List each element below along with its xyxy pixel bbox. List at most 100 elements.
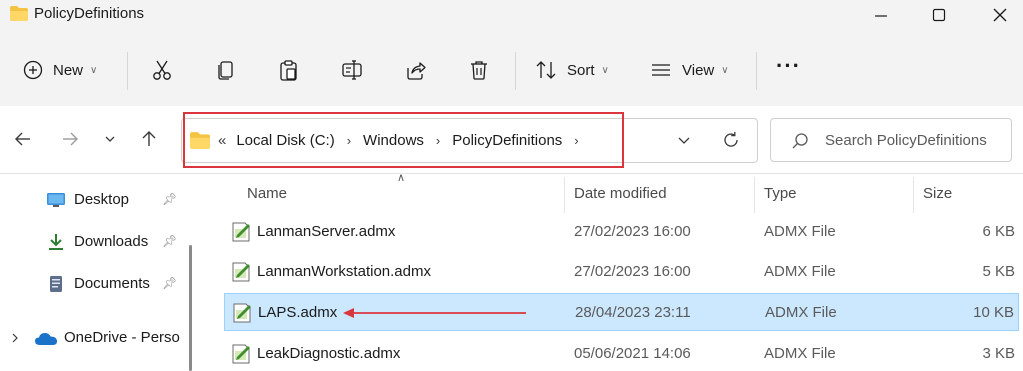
- sidebar-item-onedrive[interactable]: OneDrive - Perso: [0, 319, 196, 357]
- sort-button[interactable]: Sort ∨: [535, 54, 609, 86]
- file-type: ADMX File: [764, 223, 836, 240]
- chevron-down-icon: ∨: [721, 64, 729, 76]
- column-header-name[interactable]: Name: [247, 185, 287, 202]
- admx-file-icon: [232, 222, 250, 242]
- navigation-scrollbar[interactable]: [189, 245, 192, 371]
- ellipsis-icon: ···: [776, 53, 801, 78]
- red-arrow-annotation: [343, 308, 526, 318]
- column-divider[interactable]: [913, 177, 914, 213]
- view-lines-icon: [652, 64, 670, 76]
- breadcrumb-separator[interactable]: ›: [436, 133, 440, 148]
- close-button[interactable]: [977, 0, 1023, 30]
- file-date: 05/06/2021 14:06: [574, 345, 691, 362]
- admx-file-icon: [233, 303, 251, 323]
- sidebar-item-downloads[interactable]: Downloads 📌︎: [0, 223, 196, 261]
- delete-button[interactable]: [468, 54, 490, 86]
- column-header-type[interactable]: Type: [764, 185, 797, 202]
- breadcrumb-policydefinitions[interactable]: PolicyDefinitions: [452, 132, 562, 149]
- arrow-left-icon: [15, 132, 30, 146]
- refresh-icon: [724, 132, 738, 147]
- recent-locations-button[interactable]: [97, 126, 123, 152]
- folder-icon: [10, 6, 28, 21]
- cut-button[interactable]: [151, 54, 173, 86]
- sidebar-item-label: Documents: [74, 275, 150, 292]
- search-box[interactable]: Search PolicyDefinitions: [770, 118, 1012, 162]
- table-row-selected[interactable]: LAPS.admx 28/04/2023 23:11 ADMX File 10 …: [224, 293, 1019, 331]
- table-row[interactable]: LanmanServer.admx 27/02/2023 16:00 ADMX …: [224, 213, 1019, 251]
- back-button[interactable]: [10, 126, 36, 152]
- pin-icon: 📌︎: [162, 234, 178, 248]
- maximize-icon: [932, 8, 946, 22]
- breadcrumb-local-disk[interactable]: Local Disk (C:): [236, 132, 334, 149]
- column-divider[interactable]: [754, 177, 755, 213]
- file-name: LanmanWorkstation.admx: [257, 263, 431, 280]
- view-label: View: [682, 61, 715, 79]
- file-size: 3 KB: [982, 345, 1015, 362]
- sidebar-item-documents[interactable]: Documents 📌︎: [0, 265, 196, 303]
- toolbar-divider: [756, 52, 757, 90]
- sidebar-item-label: Downloads: [74, 233, 149, 250]
- table-row[interactable]: LeakDiagnostic.admx 05/06/2021 14:06 ADM…: [224, 335, 1019, 371]
- folder-icon: [190, 132, 210, 149]
- file-type: ADMX File: [764, 345, 836, 362]
- chevron-down-icon: [105, 136, 115, 142]
- file-size: 6 KB: [982, 223, 1015, 240]
- file-list: ∧ Name Date modified Type Size LanmanSer…: [205, 172, 1023, 371]
- file-size: 5 KB: [982, 263, 1015, 280]
- share-button[interactable]: [404, 54, 426, 86]
- paste-icon: [280, 60, 297, 81]
- address-history-button[interactable]: [677, 133, 691, 152]
- address-bar[interactable]: « Local Disk (C:) › Windows › PolicyDefi…: [181, 118, 758, 163]
- breadcrumb-separator[interactable]: ›: [574, 133, 578, 148]
- onedrive-icon: [35, 333, 57, 345]
- column-divider[interactable]: [564, 177, 565, 213]
- view-button[interactable]: View ∨: [650, 54, 729, 86]
- copy-button[interactable]: [215, 54, 237, 86]
- more-options-button[interactable]: ···: [776, 50, 801, 82]
- breadcrumb-separator[interactable]: ›: [347, 133, 351, 148]
- documents-icon: [50, 276, 62, 292]
- rename-icon: [342, 60, 362, 80]
- new-label: New: [53, 61, 84, 79]
- scissors-icon: [153, 60, 171, 80]
- new-button[interactable]: New ∨: [23, 54, 97, 86]
- sidebar-item-label: OneDrive - Perso: [64, 329, 180, 346]
- toolbar-divider: [515, 52, 516, 90]
- file-type: ADMX File: [765, 304, 837, 321]
- sort-ascending-icon: ∧: [397, 172, 406, 184]
- navigation-pane: Desktop 📌︎ Downloads 📌︎ Documents 📌︎ One…: [0, 175, 196, 371]
- paste-button[interactable]: [278, 54, 300, 86]
- pin-icon: 📌︎: [162, 192, 178, 206]
- sidebar-item-desktop[interactable]: Desktop 📌︎: [0, 181, 196, 219]
- file-date: 28/04/2023 23:11: [575, 304, 691, 321]
- search-placeholder: Search PolicyDefinitions: [825, 132, 987, 149]
- trash-icon: [471, 61, 487, 80]
- breadcrumb-overflow[interactable]: «: [218, 132, 226, 149]
- forward-button[interactable]: [57, 126, 83, 152]
- downloads-icon: [49, 234, 63, 250]
- admx-file-icon: [232, 262, 250, 282]
- up-button[interactable]: [136, 126, 162, 152]
- sidebar-item-label: Desktop: [74, 191, 130, 208]
- desktop-icon: [47, 193, 65, 207]
- column-header-date[interactable]: Date modified: [574, 185, 667, 202]
- plus-circle-icon: [23, 60, 43, 80]
- refresh-button[interactable]: [722, 131, 740, 154]
- sort-label: Sort: [567, 61, 595, 79]
- file-name: LeakDiagnostic.admx: [257, 345, 401, 362]
- column-header-size[interactable]: Size: [923, 185, 952, 202]
- breadcrumb-windows[interactable]: Windows: [363, 132, 424, 149]
- minimize-button[interactable]: [858, 0, 904, 30]
- file-name: LAPS.admx: [258, 304, 338, 321]
- admx-file-icon: [232, 344, 250, 364]
- maximize-button[interactable]: [916, 0, 962, 30]
- file-name: LanmanServer.admx: [257, 223, 396, 240]
- file-type: ADMX File: [764, 263, 836, 280]
- table-row[interactable]: LanmanWorkstation.admx 27/02/2023 16:00 …: [224, 253, 1019, 291]
- minimize-icon: [875, 15, 887, 17]
- arrow-up-icon: [142, 131, 156, 146]
- chevron-down-icon: [678, 137, 690, 144]
- rename-button[interactable]: [341, 54, 363, 86]
- file-date: 27/02/2023 16:00: [574, 223, 691, 240]
- pin-icon: 📌︎: [162, 276, 178, 290]
